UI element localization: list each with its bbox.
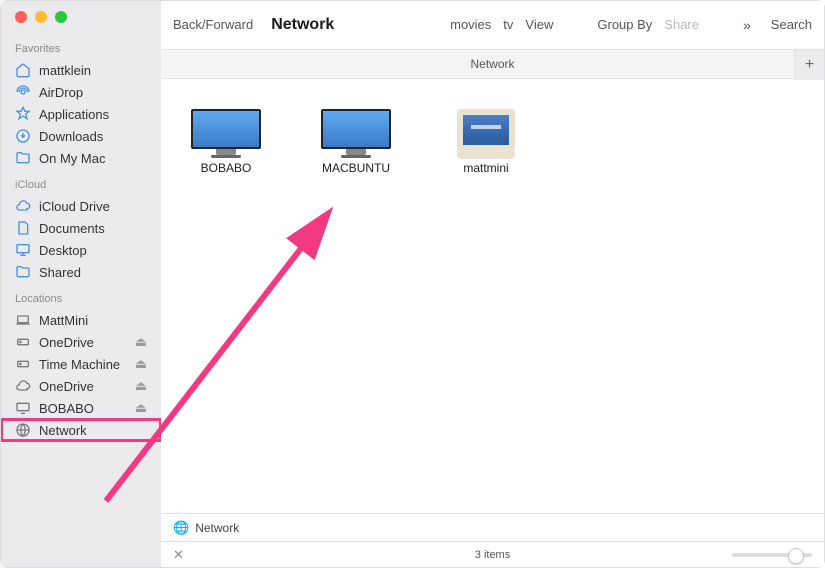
section-favorites: Favorites [1,33,161,59]
item-label: BOBABO [201,161,252,175]
sidebar-item-label: Applications [39,107,147,122]
display-icon [15,400,31,416]
folder-icon [15,150,31,166]
sidebar-item-label: iCloud Drive [39,199,147,214]
movies-button[interactable]: movies [450,17,491,32]
sidebar-item-onedrive[interactable]: OneDrive ⏏ [1,331,161,353]
folder-icon [15,264,31,280]
header-title: Network [470,57,514,71]
disk-icon [15,334,31,350]
cloud-icon [15,198,31,214]
sidebar-item-desktop[interactable]: Desktop [1,239,161,261]
sidebar-item-label: Downloads [39,129,147,144]
mac-icon [15,312,31,328]
sidebar: Favorites mattklein AirDrop Applications Do… [1,1,161,567]
network-item-bobabo[interactable]: BOBABO [181,109,271,175]
downloads-icon [15,128,31,144]
sidebar-item-label: MattMini [39,313,147,328]
home-icon [15,62,31,78]
network-icon: 🌐 [173,520,189,536]
sidebar-item-onedrive[interactable]: OneDrive ⏏ [1,375,161,397]
cloud-icon [15,378,31,394]
eject-icon[interactable]: ⏏ [135,356,147,372]
sidebar-item-label: AirDrop [39,85,147,100]
sidebar-item-downloads[interactable]: Downloads [1,125,161,147]
back-forward-button[interactable]: Back/Forward [173,17,253,32]
window-title: Network [271,16,334,34]
sidebar-item-label: mattklein [39,63,147,78]
sidebar-item-network[interactable]: Network [1,419,161,441]
desktop-icon [15,242,31,258]
close-tab-icon[interactable]: ✕ [173,547,184,563]
network-item-macbuntu[interactable]: MACBUNTU [311,109,401,175]
sidebar-item-label: Desktop [39,243,147,258]
sidebar-item-airdrop[interactable]: AirDrop [1,81,161,103]
sidebar-item-label: OneDrive [39,335,127,350]
window-controls [1,11,161,33]
disk-icon [15,356,31,372]
toolbar: Back/Forward Network movies tv View Grou… [161,1,824,49]
sidebar-item-label: BOBABO [39,401,127,416]
eject-icon[interactable]: ⏏ [135,334,147,350]
sidebar-item-documents[interactable]: Documents [1,217,161,239]
mac-display-icon [321,109,391,153]
airdrop-icon [15,84,31,100]
sidebar-item-time-machine[interactable]: Time Machine ⏏ [1,353,161,375]
item-label: MACBUNTU [322,161,390,175]
path-bar: 🌐 Network [161,513,824,541]
sidebar-item-mattmini[interactable]: MattMini [1,309,161,331]
main-pane: Back/Forward Network movies tv View Grou… [161,1,824,567]
search-button[interactable]: Search [771,17,812,32]
path-label[interactable]: Network [195,521,239,535]
icon-size-slider[interactable] [732,553,812,557]
group-by-button[interactable]: Group By [597,17,652,32]
view-button[interactable]: View [525,17,553,32]
sidebar-item-label: Time Machine [39,357,127,372]
add-column-button[interactable]: + [794,50,824,80]
column-header: Network + [161,49,824,79]
sidebar-item-icloud-drive[interactable]: iCloud Drive [1,195,161,217]
network-icon [15,422,31,438]
network-item-mattmini[interactable]: mattmini [441,109,531,175]
minimize-icon[interactable] [35,11,47,23]
item-count: 3 items [475,549,510,561]
close-icon[interactable] [15,11,27,23]
section-icloud: iCloud [1,169,161,195]
content-area[interactable]: BOBABO MACBUNTU mattmini [161,79,824,513]
pc-display-icon [451,109,521,153]
sidebar-item-bobabo[interactable]: BOBABO ⏏ [1,397,161,419]
mac-display-icon [191,109,261,153]
maximize-icon[interactable] [55,11,67,23]
sidebar-item-label: Shared [39,265,147,280]
share-button[interactable]: Share [664,17,699,32]
eject-icon[interactable]: ⏏ [135,378,147,394]
sidebar-item-applications[interactable]: Applications [1,103,161,125]
eject-icon[interactable]: ⏏ [135,400,147,416]
sidebar-item-label: Network [39,423,147,438]
sidebar-item-label: On My Mac [39,151,147,166]
sidebar-item-label: OneDrive [39,379,127,394]
sidebar-item-label: Documents [39,221,147,236]
document-icon [15,220,31,236]
item-label: mattmini [463,161,508,175]
section-locations: Locations [1,283,161,309]
tv-button[interactable]: tv [503,17,513,32]
sidebar-item-mattklein[interactable]: mattklein [1,59,161,81]
chevron-right-icon[interactable]: » [743,17,751,33]
applications-icon [15,106,31,122]
sidebar-item-on-my-mac[interactable]: On My Mac [1,147,161,169]
status-bar: ✕ 3 items [161,541,824,567]
sidebar-item-shared[interactable]: Shared [1,261,161,283]
